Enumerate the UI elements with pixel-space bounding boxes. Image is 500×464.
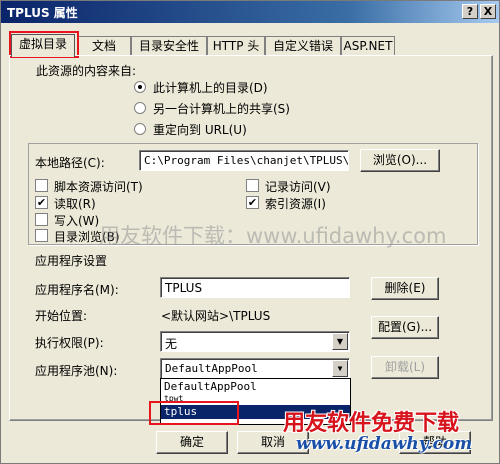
tab-aspnet[interactable]: ASP.NET xyxy=(341,36,395,56)
radio-redirect-url[interactable] xyxy=(134,123,146,135)
window-title: TPLUS 属性 xyxy=(7,6,78,20)
checkbox-write[interactable] xyxy=(35,213,48,226)
radio-local-directory-label[interactable]: 此计算机上的目录(D) xyxy=(153,79,268,96)
exec-perm-select[interactable]: 无 ▼ xyxy=(160,331,350,352)
exec-perm-label: 执行权限(P): xyxy=(35,336,104,350)
app-pool-label: 应用程序池(N): xyxy=(35,364,118,378)
option-highlight-box xyxy=(149,401,239,425)
app-pool-option-default[interactable]: DefaultAppPool xyxy=(161,380,350,394)
app-settings-heading: 应用程序设置 xyxy=(35,254,108,268)
tab-http-headers[interactable]: HTTP 头 xyxy=(207,36,265,56)
content-source-heading: 此资源的内容来自: xyxy=(36,64,137,78)
help-icon[interactable]: ? xyxy=(462,4,478,19)
app-pool-value: DefaultAppPool xyxy=(165,362,258,375)
script-source-access-label[interactable]: 脚本资源访问(T) xyxy=(54,178,143,195)
title-bar: TPLUS 属性 ? X xyxy=(1,1,499,23)
checkbox-directory-browsing[interactable] xyxy=(35,229,48,242)
start-point-label: 开始位置: xyxy=(35,309,88,323)
start-point-value: <默认网站>\TPLUS xyxy=(161,309,271,323)
brand-title: 用友软件免费下载 xyxy=(283,411,460,436)
configure-button[interactable]: 配置(G)... xyxy=(371,316,439,339)
browse-button[interactable]: 浏览(O)... xyxy=(360,149,440,172)
ok-button[interactable]: 确定 xyxy=(156,431,228,454)
app-name-input[interactable]: TPLUS xyxy=(160,277,350,298)
chevron-down-icon[interactable]: ▼ xyxy=(332,333,348,350)
radio-local-directory[interactable] xyxy=(134,81,146,93)
radio-redirect-url-label[interactable]: 重定向到 URL(U) xyxy=(153,121,247,138)
checkbox-script-source-access[interactable] xyxy=(35,179,48,192)
exec-perm-value: 无 xyxy=(165,337,178,351)
radio-network-share[interactable] xyxy=(134,102,146,114)
tab-virtual-directory[interactable]: 虚拟目录 xyxy=(11,34,75,57)
write-label[interactable]: 写入(W) xyxy=(54,212,99,229)
watermark-text: 用友软件下载：www.ufidawhy.com xyxy=(99,224,447,248)
index-resource-label[interactable]: 索引资源(I) xyxy=(265,195,326,212)
radio-network-share-label[interactable]: 另一台计算机上的共享(S) xyxy=(153,100,290,117)
tab-documents[interactable]: 文档 xyxy=(77,36,131,56)
read-label[interactable]: 读取(R) xyxy=(54,195,96,212)
app-name-label: 应用程序名(M): xyxy=(35,283,119,297)
properties-dialog: TPLUS 属性 ? X 虚拟目录 文档 目录安全性 HTTP 头 自定义错误 … xyxy=(0,0,500,464)
unload-button[interactable]: 卸载(L) xyxy=(371,356,439,379)
log-visits-label[interactable]: 记录访问(V) xyxy=(265,178,331,195)
checkbox-read[interactable]: ✔ xyxy=(35,196,48,209)
chevron-down-icon[interactable]: ▼ xyxy=(332,360,348,377)
remove-button[interactable]: 删除(E) xyxy=(371,277,439,300)
app-pool-select[interactable]: DefaultAppPool ▼ xyxy=(160,358,350,379)
tab-custom-errors[interactable]: 自定义错误 xyxy=(265,36,341,56)
local-path-label: 本地路径(C): xyxy=(35,156,105,170)
local-path-input[interactable]: C:\Program Files\chanjet\TPLUS\we xyxy=(139,150,349,171)
checkbox-index-resource[interactable]: ✔ xyxy=(246,196,259,209)
checkbox-log-visits[interactable] xyxy=(246,179,259,192)
tab-directory-security[interactable]: 目录安全性 xyxy=(131,36,207,56)
brand-url: www.ufidawhy.com xyxy=(296,434,473,454)
close-icon[interactable]: X xyxy=(480,4,496,19)
